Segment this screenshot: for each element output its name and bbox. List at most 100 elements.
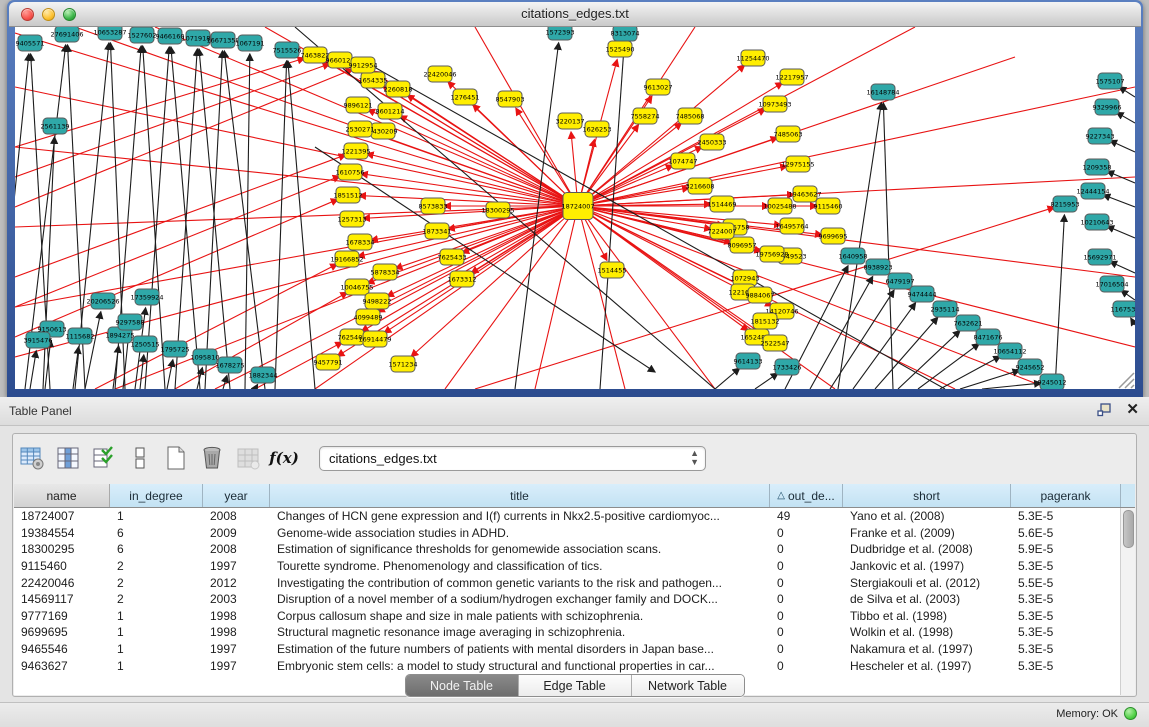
graph-node[interactable]: 9227343	[1086, 128, 1115, 144]
graph-node[interactable]: 9457791	[314, 354, 343, 370]
table-cell[interactable]: Changes of HCN gene expression and I(f) …	[270, 509, 770, 523]
column-header-title[interactable]: title	[270, 484, 770, 507]
graph-node[interactable]: 9613027	[644, 79, 673, 95]
graph-node[interactable]: 2450333	[698, 134, 727, 150]
table-cell[interactable]: 0	[770, 559, 843, 573]
table-cell[interactable]: Tourette syndrome. Phenomenology and cla…	[270, 559, 770, 573]
table-cell[interactable]: 2003	[203, 592, 270, 606]
graph-node[interactable]: 1221395	[342, 143, 371, 159]
table-cell[interactable]: 9463627	[14, 659, 110, 673]
graph-node[interactable]: 1250515	[131, 336, 160, 352]
graph-node[interactable]: 1527602	[128, 27, 157, 43]
table-cell[interactable]: 5.3E-5	[1011, 659, 1121, 673]
graph-node[interactable]: 10653287	[93, 27, 126, 40]
table-cell[interactable]: 0	[770, 642, 843, 656]
table-cell[interactable]: 5.3E-5	[1011, 592, 1121, 606]
graph-node[interactable]: 1571234	[389, 356, 418, 372]
table-cell[interactable]: 1	[110, 625, 203, 639]
graph-node[interactable]: 8573833	[419, 198, 448, 214]
column-header-pagerank[interactable]: pagerank	[1011, 484, 1121, 507]
table-cell[interactable]: Nakamura et al. (1997)	[843, 642, 1011, 656]
column-header-out_de[interactable]: △out_de...	[770, 484, 843, 507]
column-header-in_degree[interactable]: in_degree	[110, 484, 203, 507]
memory-ok-indicator[interactable]	[1124, 707, 1137, 720]
graph-node[interactable]: 7558274	[631, 108, 660, 124]
graph-node[interactable]: 7485063	[774, 126, 803, 142]
graph-node[interactable]: 8096957	[728, 237, 757, 253]
table-cell[interactable]: Tibbo et al. (1998)	[843, 609, 1011, 623]
graph-node[interactable]: 1514455	[598, 262, 627, 278]
graph-node[interactable]: 16148784	[866, 84, 899, 100]
graph-node[interactable]: 9245012	[1038, 374, 1067, 389]
table-row[interactable]: 946362711997Embryonic stem cells: a mode…	[14, 657, 1121, 674]
table-cell[interactable]: 0	[770, 592, 843, 606]
graph-node[interactable]: 22420046	[423, 66, 456, 82]
graph-node[interactable]: 20206526	[86, 293, 119, 309]
graph-node[interactable]: 4099489	[354, 309, 383, 325]
graph-node[interactable]: 5878334	[371, 264, 400, 280]
graph-node[interactable]: 8215953	[1051, 196, 1080, 212]
table-row[interactable]: 911546021997Tourette syndrome. Phenomeno…	[14, 558, 1121, 575]
graph-node[interactable]: 9896121	[344, 97, 373, 113]
graph-node[interactable]: 7224007	[708, 223, 737, 239]
graph-node[interactable]: 19756928	[755, 246, 788, 262]
graph-node[interactable]: 1678275	[216, 357, 245, 373]
table-cell[interactable]: 19384554	[14, 526, 110, 540]
graph-node[interactable]: 9245652	[1016, 359, 1045, 375]
table-row[interactable]: 946554611997Estimation of the future num…	[14, 641, 1121, 658]
table-cell[interactable]: 1	[110, 642, 203, 656]
table-cell[interactable]: Investigating the contribution of common…	[270, 576, 770, 590]
tab-edge-table[interactable]: Edge Table	[519, 675, 632, 696]
table-cell[interactable]: 2008	[203, 509, 270, 523]
graph-node[interactable]: 9699695	[819, 228, 848, 244]
table-cell[interactable]: 1	[110, 609, 203, 623]
table-cell[interactable]: Stergiakouli et al. (2012)	[843, 576, 1011, 590]
table-row[interactable]: 2242004622012Investigating the contribut…	[14, 574, 1121, 591]
graph-node[interactable]: 10654112	[993, 343, 1026, 359]
graph-node[interactable]: 2530271	[346, 121, 375, 137]
table-cell[interactable]: 2	[110, 576, 203, 590]
graph-node[interactable]: 2260818	[384, 81, 413, 97]
float-panel-icon[interactable]	[1097, 403, 1112, 417]
graph-node[interactable]: 18300295	[481, 202, 514, 218]
table-cell[interactable]: Genome-wide association studies in ADHD.	[270, 526, 770, 540]
graph-node[interactable]: 18724007	[561, 193, 594, 220]
graph-node[interactable]: 7625433	[438, 249, 467, 265]
graph-node[interactable]: 8471676	[974, 329, 1003, 345]
tab-node-table[interactable]: Node Table	[406, 675, 519, 696]
table-cell[interactable]: 1997	[203, 642, 270, 656]
table-row[interactable]: 969969511998Structural magnetic resonanc…	[14, 624, 1121, 641]
graph-node[interactable]: 19166852	[330, 251, 363, 267]
graph-node[interactable]: 2522547	[761, 335, 790, 351]
graph-node[interactable]: 12217957	[775, 69, 808, 85]
table-cell[interactable]: 5.3E-5	[1011, 609, 1121, 623]
graph-node[interactable]: 1525490	[606, 41, 635, 57]
table-cell[interactable]: 2	[110, 592, 203, 606]
graph-node[interactable]: 8313074	[611, 27, 640, 41]
table-cell[interactable]: Embryonic stem cells: a model to study s…	[270, 659, 770, 673]
graph-node[interactable]: 7515526	[273, 42, 302, 58]
select-column-icon[interactable]	[55, 445, 81, 471]
table-vertical-scrollbar[interactable]	[1120, 508, 1135, 695]
table-cell[interactable]: Hescheler et al. (1997)	[843, 659, 1011, 673]
table-cell[interactable]: Corpus callosum shape and size in male p…	[270, 609, 770, 623]
graph-node[interactable]: 8601214	[376, 103, 405, 119]
table-cell[interactable]: 5.3E-5	[1011, 559, 1121, 573]
table-cell[interactable]: 9699695	[14, 625, 110, 639]
row-height-icon[interactable]	[127, 445, 153, 471]
table-cell[interactable]: 2009	[203, 526, 270, 540]
table-cell[interactable]: 1998	[203, 625, 270, 639]
table-cell[interactable]: 5.3E-5	[1011, 642, 1121, 656]
select-rows-icon[interactable]	[91, 445, 117, 471]
table-cell[interactable]: 49	[770, 509, 843, 523]
table-cell[interactable]: de Silva et al. (2003)	[843, 592, 1011, 606]
graph-node[interactable]: 7485068	[676, 108, 705, 124]
table-cell[interactable]: 18724007	[14, 509, 110, 523]
graph-node[interactable]: 2561139	[41, 118, 70, 134]
graph-node[interactable]: 10973493	[758, 96, 791, 112]
table-row[interactable]: 977716911998Corpus callosum shape and si…	[14, 608, 1121, 625]
graph-node[interactable]: 8938923	[864, 259, 893, 275]
table-cell[interactable]: Structural magnetic resonance image aver…	[270, 625, 770, 639]
table-row[interactable]: 1872400712008Changes of HCN gene express…	[14, 508, 1121, 525]
graph-node[interactable]: 1610756	[336, 164, 365, 180]
